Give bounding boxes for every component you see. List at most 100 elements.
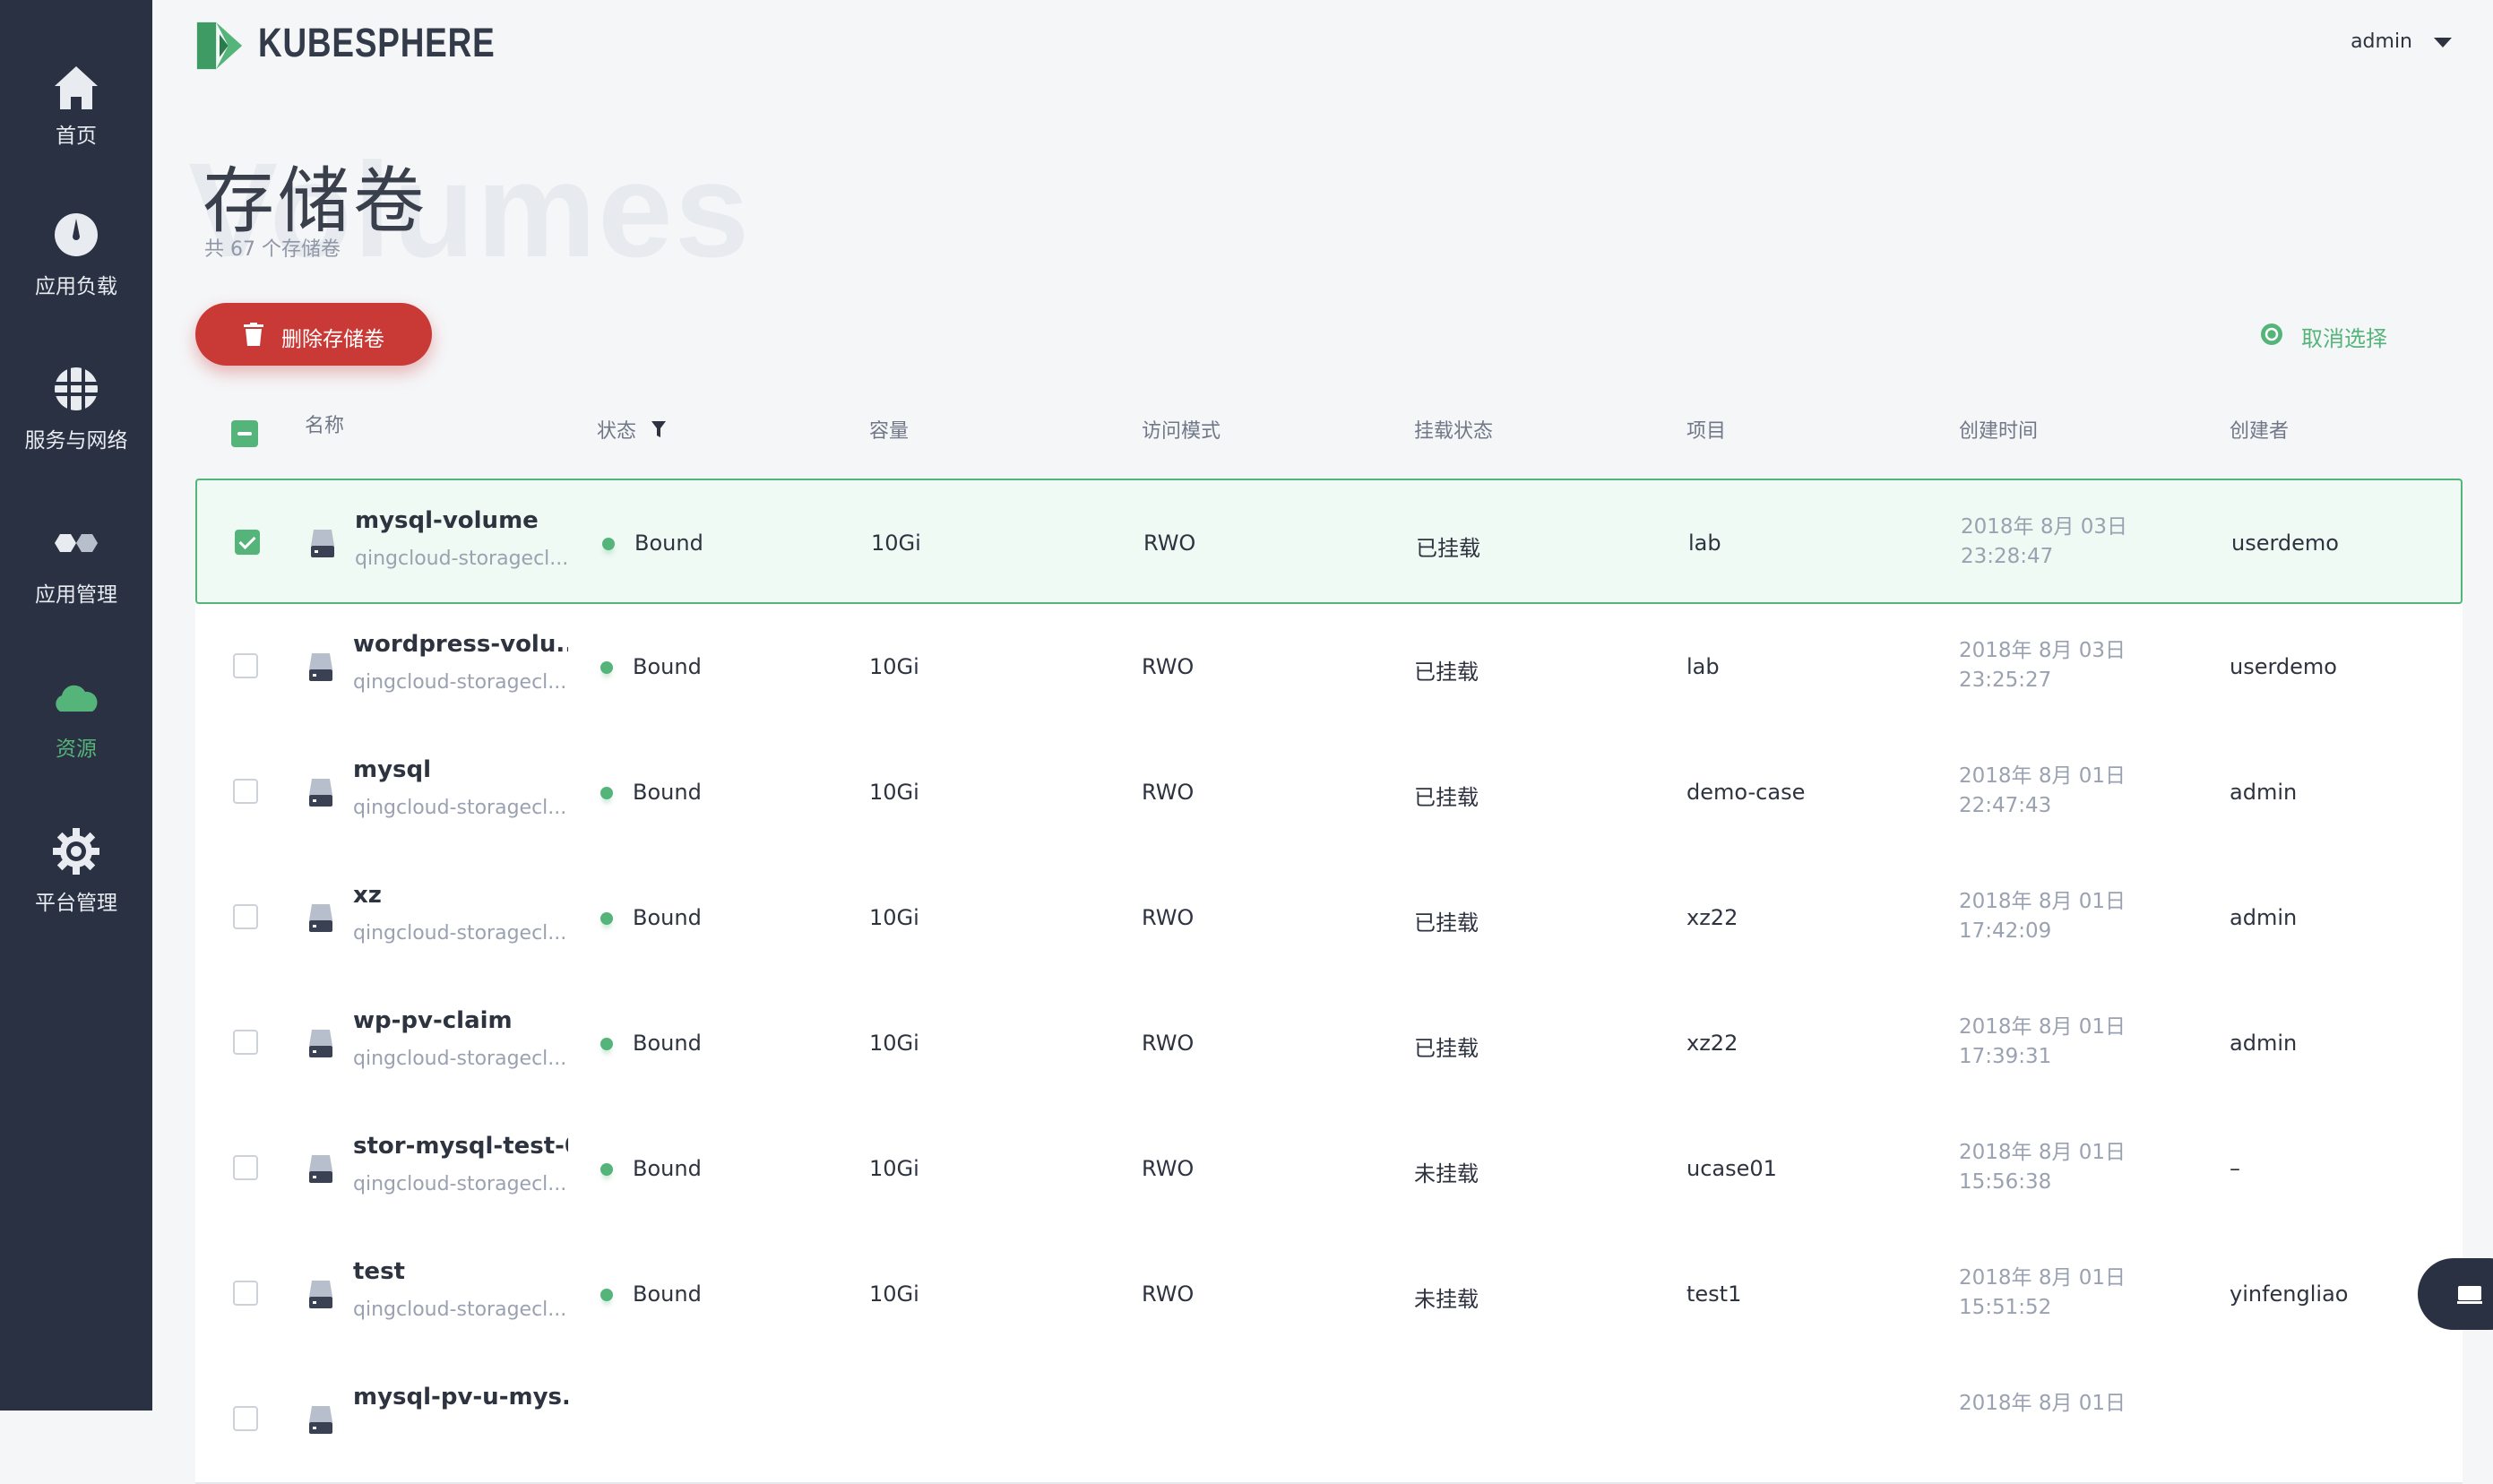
volume-disk-icon bbox=[309, 779, 332, 807]
project: test1 bbox=[1686, 1281, 1742, 1307]
table-row[interactable]: mysql-pv-u-mys... 2018年 8月 01日 bbox=[195, 1357, 2463, 1484]
row-checkbox[interactable] bbox=[233, 904, 258, 929]
sidebar-item-resources[interactable]: 资源 bbox=[0, 672, 152, 798]
storage-class: qingcloud-storagecl... bbox=[353, 922, 567, 945]
table-row[interactable]: xz qingcloud-storagecl... Bound 10Gi RWO 已挂载 x… bbox=[195, 855, 2463, 982]
row-checkbox[interactable] bbox=[233, 1406, 258, 1431]
deselect-button[interactable]: 取消选择 bbox=[2260, 319, 2421, 351]
sidebar-item-network[interactable]: 服务与网络 bbox=[0, 364, 152, 489]
created-date: 2018年 8月 01日 bbox=[1959, 1015, 2126, 1039]
table-row[interactable]: wp-pv-claim qingcloud-storagecl... Bound 10… bbox=[195, 980, 2463, 1108]
hexagons-icon bbox=[55, 534, 98, 552]
created-date: 2018年 8月 01日 bbox=[1959, 1392, 2126, 1415]
volume-name-link[interactable]: mysql-volume bbox=[355, 507, 539, 534]
deselect-label: 取消选择 bbox=[2301, 326, 2387, 351]
sidebar-item-platform[interactable]: 平台管理 bbox=[0, 826, 152, 952]
volume-name-link[interactable]: wp-pv-claim bbox=[353, 1007, 513, 1034]
toolbox-button[interactable] bbox=[2418, 1258, 2493, 1330]
created-date: 2018年 8月 03日 bbox=[1961, 515, 2128, 539]
creator: admin bbox=[2230, 905, 2298, 930]
creator: userdemo bbox=[2231, 531, 2339, 556]
status-dot-icon bbox=[602, 538, 615, 550]
table-row[interactable]: mysql-volume qingcloud-storagecl... Bound 1… bbox=[195, 479, 2463, 604]
volume-name-link[interactable]: mysql bbox=[353, 756, 431, 783]
row-checkbox[interactable] bbox=[233, 1155, 258, 1180]
project: xz22 bbox=[1686, 905, 1738, 930]
capacity: 10Gi bbox=[871, 531, 921, 556]
th-creator: 创建者 bbox=[2230, 420, 2290, 443]
mount-status: 已挂载 bbox=[1414, 785, 1479, 810]
th-status: 状态 bbox=[597, 420, 637, 443]
created-time: 15:56:38 bbox=[1959, 1170, 2052, 1194]
th-created-time: 创建时间 bbox=[1959, 420, 2039, 443]
mount-status: 未挂载 bbox=[1414, 1161, 1479, 1186]
filter-icon[interactable] bbox=[651, 420, 667, 438]
table-row[interactable]: wordpress-volu... qingcloud-storagecl... B… bbox=[195, 604, 2463, 731]
volume-disk-icon bbox=[311, 530, 334, 557]
table-header: 名称 状态 容量 访问模式 挂载状态 项目 创建时间 创建者 bbox=[195, 408, 2463, 462]
storage-class: qingcloud-storagecl... bbox=[353, 797, 567, 819]
project: xz22 bbox=[1686, 1031, 1738, 1056]
row-checkbox[interactable] bbox=[233, 1281, 258, 1306]
access-mode: RWO bbox=[1142, 1281, 1195, 1307]
storage-class: qingcloud-storagecl... bbox=[353, 1298, 567, 1321]
row-checkbox[interactable] bbox=[235, 530, 260, 555]
status-text: Bound bbox=[633, 654, 702, 679]
volume-disk-icon bbox=[309, 1030, 332, 1057]
storage-class: qingcloud-storagecl... bbox=[353, 671, 567, 694]
volume-name-link[interactable]: xz bbox=[353, 882, 382, 909]
created-time: 22:47:43 bbox=[1959, 794, 2052, 817]
volume-name-link[interactable]: stor-mysql-test-0 bbox=[353, 1133, 568, 1160]
page-subtitle: 共 67 个存储卷 bbox=[204, 238, 341, 261]
th-capacity: 容量 bbox=[869, 420, 910, 443]
created-date: 2018年 8月 01日 bbox=[1959, 1141, 2126, 1164]
mount-status: 已挂载 bbox=[1414, 910, 1479, 936]
row-checkbox[interactable] bbox=[233, 779, 258, 804]
capacity: 10Gi bbox=[869, 780, 919, 805]
volume-disk-icon bbox=[309, 653, 332, 681]
refresh-icon bbox=[2261, 324, 2282, 345]
user-menu[interactable]: admin bbox=[2351, 30, 2412, 53]
table-row[interactable]: mysql qingcloud-storagecl... Bound 10Gi RWO 已… bbox=[195, 729, 2463, 857]
mount-status: 未挂载 bbox=[1414, 1287, 1479, 1312]
th-project: 项目 bbox=[1686, 420, 1727, 443]
row-checkbox[interactable] bbox=[233, 1030, 258, 1055]
mount-status: 已挂载 bbox=[1416, 536, 1480, 561]
sidebar-item-home[interactable]: 首页 bbox=[0, 59, 152, 185]
network-icon bbox=[55, 367, 98, 410]
created-time: 23:25:27 bbox=[1959, 669, 2052, 692]
status-text: Bound bbox=[634, 531, 703, 556]
volume-name-link[interactable]: mysql-pv-u-mys... bbox=[353, 1384, 568, 1411]
status-dot-icon bbox=[600, 787, 613, 799]
status-dot-icon bbox=[600, 661, 613, 674]
volume-name-link[interactable]: wordpress-volu... bbox=[353, 631, 568, 658]
cloud-icon bbox=[56, 685, 98, 712]
sidebar-item-label: 应用管理 bbox=[35, 583, 117, 607]
capacity: 10Gi bbox=[869, 905, 919, 930]
created-time: 17:39:31 bbox=[1959, 1045, 2052, 1068]
project: ucase01 bbox=[1686, 1156, 1777, 1181]
delete-volumes-button[interactable]: 删除存储卷 bbox=[195, 303, 432, 366]
volume-name-link[interactable]: test bbox=[353, 1258, 405, 1285]
table-row[interactable]: test qingcloud-storagecl... Bound 10Gi RWO 未挂… bbox=[195, 1231, 2463, 1359]
status-text: Bound bbox=[633, 1031, 702, 1056]
sidebar-item-label: 应用负载 bbox=[35, 275, 117, 298]
volume-disk-icon bbox=[309, 904, 332, 932]
storage-class: qingcloud-storagecl... bbox=[355, 548, 569, 570]
access-mode: RWO bbox=[1142, 905, 1195, 930]
status-dot-icon bbox=[600, 912, 613, 925]
chevron-down-icon[interactable] bbox=[2434, 38, 2452, 47]
mount-status: 已挂载 bbox=[1414, 1036, 1479, 1061]
kubesphere-logo bbox=[196, 22, 243, 70]
capacity: 10Gi bbox=[869, 654, 919, 679]
sidebar-item-workloads[interactable]: 应用负载 bbox=[0, 210, 152, 335]
sidebar-item-apps[interactable]: 应用管理 bbox=[0, 518, 152, 643]
status-dot-icon bbox=[600, 1163, 613, 1176]
creator: yinfengliao bbox=[2230, 1281, 2349, 1307]
created-date: 2018年 8月 01日 bbox=[1959, 1266, 2126, 1290]
brand-name: KUBESPHERE bbox=[258, 20, 496, 65]
capacity: 10Gi bbox=[869, 1281, 919, 1307]
table-row[interactable]: stor-mysql-test-0 qingcloud-storagecl... B… bbox=[195, 1106, 2463, 1233]
creator: admin bbox=[2230, 780, 2298, 805]
row-checkbox[interactable] bbox=[233, 653, 258, 678]
